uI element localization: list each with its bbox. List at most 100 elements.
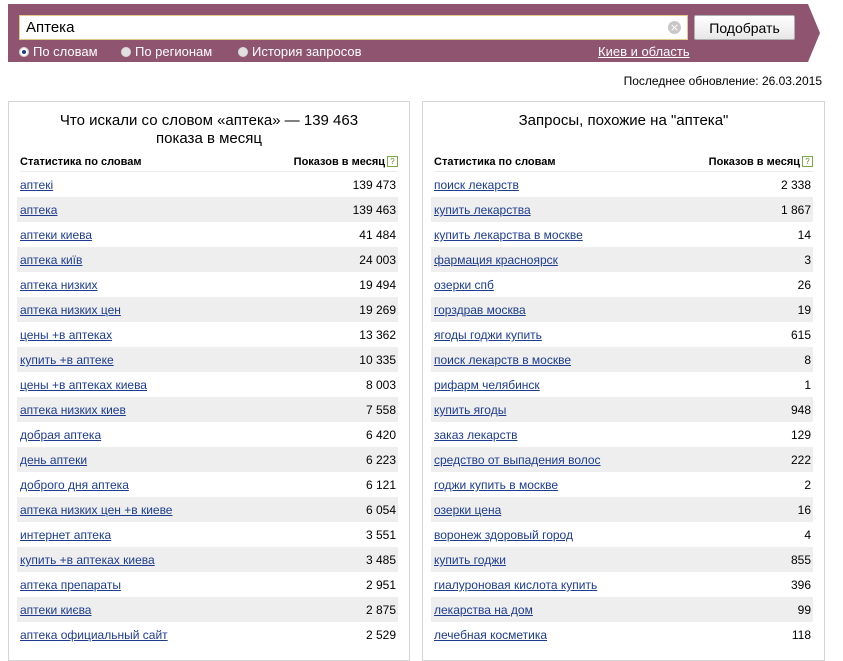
shows-count: 6 121 [365,478,396,492]
shows-count: 19 [797,303,811,317]
table-row: аптека 139 463 [17,197,398,222]
shows-count: 99 [797,603,811,617]
table-row: озерки спб 26 [431,272,813,297]
shows-count: 16 [797,503,811,517]
query-link[interactable]: аптеки киева [20,228,92,242]
table-row: купить лекарства 1 867 [431,197,813,222]
shows-count: 2 529 [365,628,396,642]
query-link[interactable]: аптека низких цен [20,303,121,317]
table-row: цены +в аптеках киева 8 003 [17,372,398,397]
submit-button[interactable]: Подобрать [694,15,795,40]
last-update: Последнее обновление: 26.03.2015 [623,74,822,88]
query-link[interactable]: день аптеки [20,453,87,467]
radio-history[interactable]: История запросов [238,44,362,59]
query-link[interactable]: цены +в аптеках [20,328,112,342]
shows-count: 855 [790,553,811,567]
table-row: аптека київ 24 003 [17,247,398,272]
left-panel-title-line2: показа в месяц [156,130,262,147]
table-row: фармация красноярск 3 [431,247,813,272]
table-row: интернет аптека 3 551 [17,522,398,547]
query-link[interactable]: поиск лекарств в москве [434,353,571,367]
query-link[interactable]: средство от выпадения волос [434,453,601,467]
radio-unchecked-icon[interactable] [238,47,248,57]
radio-by-words-label: По словам [33,44,98,59]
query-link[interactable]: горздрав москва [434,303,526,317]
radio-history-label: История запросов [252,44,362,59]
table-row: аптека низких 19 494 [17,272,398,297]
query-link[interactable]: купить ягоды [434,403,506,417]
radio-checked-icon[interactable] [19,47,29,57]
query-link[interactable]: поиск лекарств [434,178,519,192]
query-link[interactable]: аптекі [20,178,53,192]
query-link[interactable]: купить лекарства [434,203,531,217]
query-link[interactable]: купить лекарства в москве [434,228,583,242]
shows-count: 1 [804,378,811,392]
help-icon[interactable]: ? [802,156,813,167]
table-row: заказ лекарств 129 [431,422,813,447]
table-row: поиск лекарств 2 338 [431,172,813,197]
shows-count: 24 003 [359,253,396,267]
query-link[interactable]: ягоды годжи купить [434,328,542,342]
left-panel-title: Что искали со словом «аптека» — 139 463 … [9,112,409,148]
query-link[interactable]: рифарм челябинск [434,378,540,392]
table-row: цены +в аптеках 13 362 [17,322,398,347]
shows-count: 2 951 [365,578,396,592]
table-row: ягоды годжи купить 615 [431,322,813,347]
query-link[interactable]: аптека препараты [20,578,121,592]
table-row: добрая аптека 6 420 [17,422,398,447]
query-link[interactable]: аптека низких [20,278,98,292]
shows-count: 3 485 [365,553,396,567]
table-row: аптека официальный сайт 2 529 [17,622,398,647]
shows-count: 10 335 [359,353,396,367]
table-row: лекарства на дом 99 [431,597,813,622]
query-link[interactable]: озерки спб [434,278,494,292]
search-header: × Подобрать По словам По регионам Истори… [8,4,820,62]
radio-by-words[interactable]: По словам [19,44,98,59]
query-link[interactable]: доброго дня аптека [20,478,129,492]
table-row: аптека низких киев 7 558 [17,397,398,422]
left-results-list: аптекі 139 473 аптека 139 463 аптеки киева 41… [17,172,398,647]
query-link[interactable]: аптека низких цен +в киеве [20,503,172,517]
table-row: аптеки киева 41 484 [17,222,398,247]
query-link[interactable]: аптека официальный сайт [20,628,168,642]
help-icon[interactable]: ? [387,156,398,167]
radio-by-regions-label: По регионам [135,44,213,59]
search-box: × [19,15,688,40]
column-header-words: Статистика по словам [20,156,142,168]
search-input[interactable] [20,16,666,39]
right-table-header: Статистика по словам Показов в месяц? [434,155,813,172]
shows-count: 8 003 [365,378,396,392]
shows-count: 8 [804,353,811,367]
column-header-words: Статистика по словам [434,156,556,168]
query-link[interactable]: купить годжи [434,553,506,567]
query-link[interactable]: лечебная косметика [434,628,547,642]
radio-unchecked-icon[interactable] [121,47,131,57]
query-link[interactable]: купить +в аптеках киева [20,553,155,567]
query-link[interactable]: заказ лекарств [434,428,517,442]
shows-count: 19 494 [359,278,396,292]
shows-count: 4 [804,528,811,542]
table-row: средство от выпадения волос 222 [431,447,813,472]
query-link[interactable]: лекарства на дом [434,603,533,617]
query-link[interactable]: аптека низких киев [20,403,126,417]
column-header-shows: Показов в месяц? [709,156,813,168]
query-link[interactable]: купить +в аптеке [20,353,114,367]
query-link[interactable]: аптека київ [20,253,82,267]
query-link[interactable]: добрая аптека [20,428,101,442]
radio-by-regions[interactable]: По регионам [121,44,212,59]
shows-count: 7 558 [365,403,396,417]
query-link[interactable]: воронеж здоровый город [434,528,573,542]
clear-icon[interactable]: × [668,21,681,34]
query-link[interactable]: годжи купить в москве [434,478,558,492]
table-row: день аптеки 6 223 [17,447,398,472]
table-row: купить +в аптеках киева 3 485 [17,547,398,572]
query-link[interactable]: гиалуроновая кислота купить [434,578,597,592]
query-link[interactable]: аптеки києва [20,603,91,617]
query-link[interactable]: фармация красноярск [434,253,558,267]
query-link[interactable]: цены +в аптеках киева [20,378,147,392]
query-link[interactable]: аптека [20,203,57,217]
query-link[interactable]: интернет аптека [20,528,111,542]
query-link[interactable]: озерки цена [434,503,501,517]
table-row: купить лекарства в москве 14 [431,222,813,247]
region-link[interactable]: Киев и область [598,44,690,59]
